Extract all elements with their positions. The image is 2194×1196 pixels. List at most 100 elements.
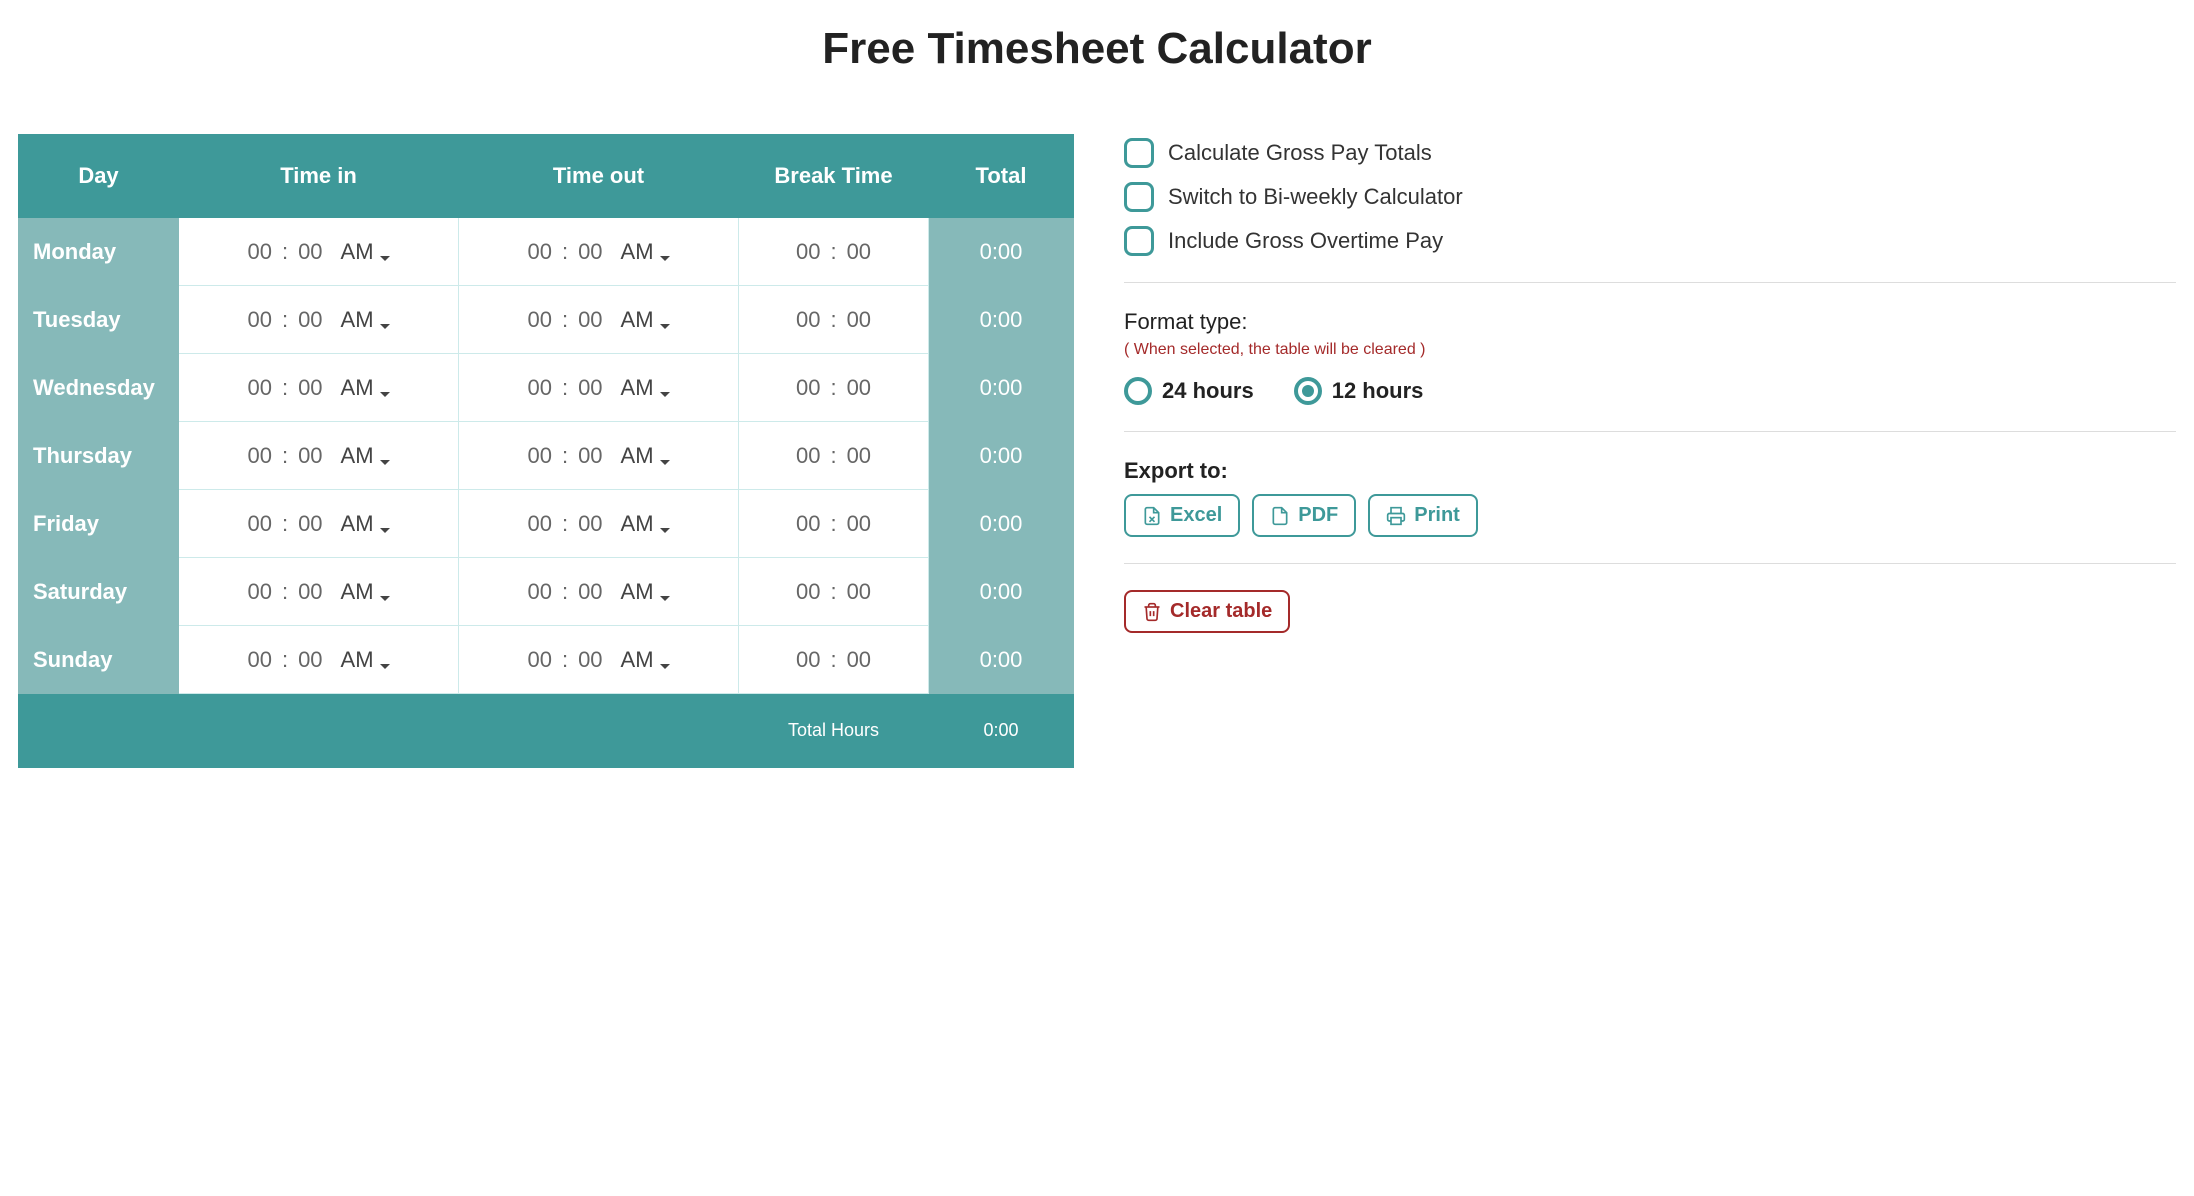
day-name: Tuesday xyxy=(19,286,179,354)
break-cell: 00:00 xyxy=(739,626,929,694)
time-out-hour[interactable]: 00 xyxy=(527,443,551,469)
break-hour[interactable]: 00 xyxy=(796,579,820,605)
time-out-minute[interactable]: 00 xyxy=(578,375,602,401)
time-in-hour[interactable]: 00 xyxy=(247,511,271,537)
time-out-hour[interactable]: 00 xyxy=(527,579,551,605)
time-out-ampm[interactable]: AM xyxy=(621,647,670,673)
option-label: Switch to Bi-weekly Calculator xyxy=(1168,184,1463,210)
page-title: Free Timesheet Calculator xyxy=(18,24,2176,74)
break-minute[interactable]: 00 xyxy=(847,307,871,333)
time-out-ampm[interactable]: AM xyxy=(621,443,670,469)
time-in-ampm[interactable]: AM xyxy=(341,579,390,605)
time-out-hour[interactable]: 00 xyxy=(527,647,551,673)
radio-12-hours[interactable]: 12 hours xyxy=(1294,377,1424,405)
time-in-minute[interactable]: 00 xyxy=(298,239,322,265)
time-out-minute[interactable]: 00 xyxy=(578,647,602,673)
time-out-hour[interactable]: 00 xyxy=(527,239,551,265)
colon: : xyxy=(828,511,838,537)
time-out-ampm[interactable]: AM xyxy=(621,307,670,333)
time-out-ampm[interactable]: AM xyxy=(621,375,670,401)
time-out-hour[interactable]: 00 xyxy=(527,375,551,401)
time-in-minute[interactable]: 00 xyxy=(298,375,322,401)
break-cell: 00:00 xyxy=(739,422,929,490)
file-excel-icon xyxy=(1142,506,1162,526)
chevron-down-icon xyxy=(656,239,670,265)
time-out-minute[interactable]: 00 xyxy=(578,443,602,469)
day-name: Sunday xyxy=(19,626,179,694)
colon: : xyxy=(280,443,290,469)
time-out-hour[interactable]: 00 xyxy=(527,307,551,333)
format-type-label: Format type: xyxy=(1124,309,2176,335)
time-in-ampm[interactable]: AM xyxy=(341,375,390,401)
time-in-minute[interactable]: 00 xyxy=(298,511,322,537)
time-out-minute[interactable]: 00 xyxy=(578,307,602,333)
time-out-ampm[interactable]: AM xyxy=(621,579,670,605)
break-minute[interactable]: 00 xyxy=(847,579,871,605)
clear-table-button[interactable]: Clear table xyxy=(1124,590,1290,633)
time-in-hour[interactable]: 00 xyxy=(247,375,271,401)
checkbox-icon xyxy=(1124,138,1154,168)
row-total: 0:00 xyxy=(929,354,1074,422)
break-hour[interactable]: 00 xyxy=(796,375,820,401)
option-biweekly[interactable]: Switch to Bi-weekly Calculator xyxy=(1124,182,2176,212)
break-minute[interactable]: 00 xyxy=(847,239,871,265)
time-out-minute[interactable]: 00 xyxy=(578,239,602,265)
th-break-time: Break Time xyxy=(739,135,929,218)
footer-spacer xyxy=(19,694,179,768)
break-cell: 00:00 xyxy=(739,354,929,422)
break-hour[interactable]: 00 xyxy=(796,443,820,469)
break-hour[interactable]: 00 xyxy=(796,307,820,333)
time-in-minute[interactable]: 00 xyxy=(298,443,322,469)
time-in-hour[interactable]: 00 xyxy=(247,579,271,605)
checkbox-icon xyxy=(1124,226,1154,256)
break-minute[interactable]: 00 xyxy=(847,443,871,469)
break-minute[interactable]: 00 xyxy=(847,647,871,673)
colon: : xyxy=(828,375,838,401)
break-minute[interactable]: 00 xyxy=(847,511,871,537)
time-in-minute[interactable]: 00 xyxy=(298,579,322,605)
export-pdf-button[interactable]: PDF xyxy=(1252,494,1356,537)
option-overtime[interactable]: Include Gross Overtime Pay xyxy=(1124,226,2176,256)
time-out-minute[interactable]: 00 xyxy=(578,511,602,537)
time-in-hour[interactable]: 00 xyxy=(247,443,271,469)
radio-24-hours[interactable]: 24 hours xyxy=(1124,377,1254,405)
option-gross-pay[interactable]: Calculate Gross Pay Totals xyxy=(1124,138,2176,168)
time-out-ampm[interactable]: AM xyxy=(621,511,670,537)
day-name: Monday xyxy=(19,218,179,286)
time-in-ampm[interactable]: AM xyxy=(341,239,390,265)
export-excel-button[interactable]: Excel xyxy=(1124,494,1240,537)
table-row: Saturday00:00AM00:00AM00:000:00 xyxy=(19,558,1074,626)
time-out-cell: 00:00AM xyxy=(459,422,739,490)
time-in-ampm[interactable]: AM xyxy=(341,443,390,469)
time-out-minute[interactable]: 00 xyxy=(578,579,602,605)
th-time-out: Time out xyxy=(459,135,739,218)
break-hour[interactable]: 00 xyxy=(796,239,820,265)
time-in-minute[interactable]: 00 xyxy=(298,307,322,333)
time-in-cell: 00:00AM xyxy=(179,354,459,422)
divider xyxy=(1124,282,2176,283)
day-name: Saturday xyxy=(19,558,179,626)
time-in-ampm[interactable]: AM xyxy=(341,511,390,537)
time-out-ampm[interactable]: AM xyxy=(621,239,670,265)
time-out-hour[interactable]: 00 xyxy=(527,511,551,537)
time-in-cell: 00:00 AM xyxy=(179,422,459,490)
colon: : xyxy=(828,443,838,469)
time-in-hour[interactable]: 00 xyxy=(247,647,271,673)
print-button[interactable]: Print xyxy=(1368,494,1478,537)
time-in-ampm[interactable]: AM xyxy=(341,307,390,333)
time-in-minute[interactable]: 00 xyxy=(298,647,322,673)
time-in-hour[interactable]: 00 xyxy=(247,239,271,265)
radio-label: 12 hours xyxy=(1332,378,1424,404)
row-total: 0:00 xyxy=(929,422,1074,490)
break-hour[interactable]: 00 xyxy=(796,647,820,673)
file-pdf-icon xyxy=(1270,506,1290,526)
break-hour[interactable]: 00 xyxy=(796,511,820,537)
button-label: PDF xyxy=(1298,504,1338,527)
colon: : xyxy=(280,511,290,537)
day-name: Friday xyxy=(19,490,179,558)
time-in-hour[interactable]: 00 xyxy=(247,307,271,333)
break-minute[interactable]: 00 xyxy=(847,375,871,401)
time-in-ampm[interactable]: AM xyxy=(341,647,390,673)
th-day: Day xyxy=(19,135,179,218)
day-name: Wednesday xyxy=(19,354,179,422)
